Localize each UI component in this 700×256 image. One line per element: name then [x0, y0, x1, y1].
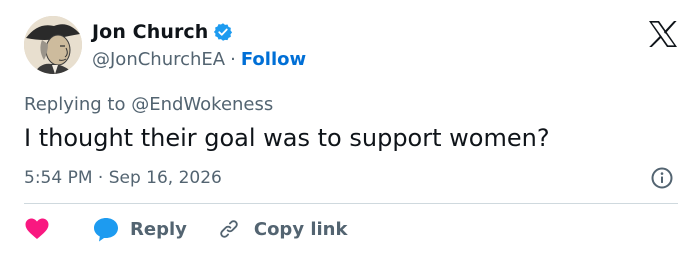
copy-link-button[interactable]: Copy link	[218, 218, 348, 240]
author-name-row: Jon Church	[92, 20, 233, 44]
replying-to-prefix: Replying to	[24, 94, 132, 115]
author-handle[interactable]: @JonChurchEA	[92, 48, 225, 72]
author-name[interactable]: Jon Church	[92, 20, 208, 44]
tweet-text: I thought their goal was to support wome…	[24, 124, 550, 152]
copy-link-label: Copy link	[253, 218, 348, 240]
verified-badge-icon	[213, 22, 233, 42]
separator: ·	[230, 49, 236, 70]
avatar[interactable]	[24, 16, 82, 74]
action-bar: Reply Copy link	[24, 215, 347, 243]
reply-label: Reply	[130, 218, 187, 240]
link-icon	[220, 220, 238, 238]
divider	[24, 203, 678, 204]
follow-button[interactable]: Follow	[241, 48, 306, 72]
heart-icon	[25, 218, 49, 239]
avatar-portrait-icon	[24, 16, 82, 74]
reply-mention-link[interactable]: @EndWokeness	[131, 94, 273, 115]
tweet-card: Jon Church @JonChurchEA · Follow Replyin…	[0, 0, 700, 256]
tweet-timestamp[interactable]: 5:54 PM · Sep 16, 2026	[24, 166, 222, 190]
like-button[interactable]	[24, 217, 50, 241]
x-logo-icon[interactable]	[648, 20, 678, 48]
reply-button[interactable]: Reply	[92, 216, 187, 242]
replying-to: Replying to @EndWokeness	[24, 93, 273, 117]
speech-bubble-icon	[94, 218, 118, 242]
handle-row: @JonChurchEA · Follow	[92, 48, 306, 72]
info-icon[interactable]	[650, 166, 674, 190]
